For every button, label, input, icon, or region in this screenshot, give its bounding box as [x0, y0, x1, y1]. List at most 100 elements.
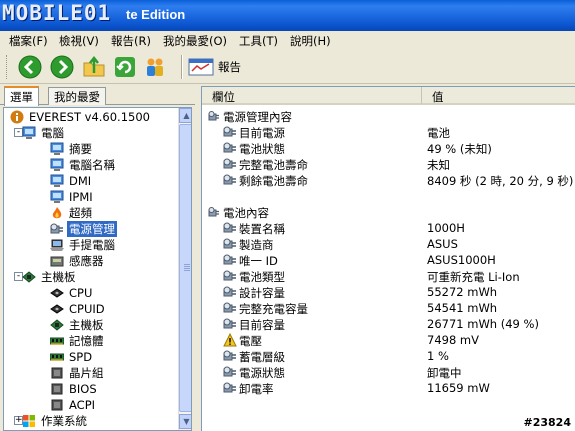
- tree-item[interactable]: 晶片組: [50, 365, 106, 381]
- tree-item-label: 主機板: [41, 270, 76, 284]
- property-row[interactable]: 完整電池壽命 未知: [202, 156, 575, 172]
- property-row[interactable]: 剩餘電池壽命 8409 秒 (2 時, 20 分, 9 秒): [202, 172, 575, 188]
- scroll-thumb[interactable]: [179, 124, 191, 412]
- power-icon: [223, 125, 237, 139]
- tree-item[interactable]: 摘要: [50, 141, 94, 157]
- forward-arrow-icon: [50, 55, 74, 79]
- chip-icon: [50, 302, 64, 316]
- property-row[interactable]: 電池類型 可重新充電 Li-Ion: [202, 268, 575, 284]
- toolbar-grip: [6, 55, 9, 79]
- tree-item[interactable]: 主機板: [22, 269, 78, 285]
- power-icon: [223, 285, 237, 299]
- property-row[interactable]: 目前容量 26771 mWh (49 %): [202, 316, 575, 332]
- app-logo: MOBILE01: [2, 1, 112, 25]
- property-row[interactable]: 裝置名稱 1000H: [202, 220, 575, 236]
- property-value: 8409 秒 (2 時, 20 分, 9 秒): [427, 174, 574, 188]
- property-row[interactable]: 電源狀態 卸電中: [202, 364, 575, 380]
- group-label: 電源管理內容: [223, 110, 292, 124]
- back-button[interactable]: [18, 55, 42, 79]
- menu-favorites[interactable]: 我的最愛(O): [163, 33, 227, 49]
- property-field: 製造商: [239, 238, 274, 252]
- folder-up-icon: [83, 55, 105, 77]
- title-bar: MOBILE01 te Edition: [0, 0, 575, 31]
- property-row[interactable]: 製造商 ASUS: [202, 236, 575, 252]
- tree-item[interactable]: IPMI: [50, 189, 95, 205]
- menu-report[interactable]: 報告(R): [111, 33, 151, 49]
- tab-menu[interactable]: 選單: [4, 86, 39, 106]
- tree-item[interactable]: 主機板: [50, 317, 106, 333]
- tree-item[interactable]: 記憶體: [49, 333, 106, 349]
- power-icon: [223, 301, 237, 315]
- up-folder-button[interactable]: [82, 55, 106, 79]
- tree-item[interactable]: 感應器: [50, 253, 106, 269]
- tree-item-label: 電源管理: [67, 221, 117, 237]
- computer-icon: [50, 142, 64, 156]
- computer-icon: [50, 158, 64, 172]
- tree-item[interactable]: EVEREST v4.60.1500: [10, 109, 152, 125]
- motherboard-icon: [50, 318, 64, 332]
- report-button[interactable]: 報告: [188, 55, 241, 79]
- info-icon: [10, 110, 24, 124]
- tree-item[interactable]: 電腦: [22, 125, 66, 141]
- power-icon: [223, 349, 237, 363]
- detail-pane: 欄位 值 電源管理內容目前電源 電池 電池狀態 49 % (未知) 完整電池壽命 未知 剩餘…: [201, 86, 575, 431]
- column-header-field[interactable]: 欄位: [202, 87, 422, 105]
- property-row[interactable]: 電壓 7498 mV: [202, 332, 575, 348]
- tree-scrollbar[interactable]: ▲ ▼: [178, 108, 191, 430]
- tree-item-label: 摘要: [69, 142, 92, 156]
- tree-item[interactable]: BIOS: [50, 381, 99, 397]
- tree-item[interactable]: 電源管理: [50, 221, 117, 237]
- property-row[interactable]: 唯一 ID ASUS1000H: [202, 252, 575, 268]
- refresh-button[interactable]: [113, 55, 137, 79]
- property-value: 可重新充電 Li-Ion: [427, 270, 520, 284]
- property-row[interactable]: 完整充電容量 54541 mWh: [202, 300, 575, 316]
- tree-item[interactable]: 作業系統: [22, 413, 89, 429]
- property-row[interactable]: 電池狀態 49 % (未知): [202, 140, 575, 156]
- laptop-icon: [50, 238, 64, 252]
- tree-item[interactable]: 手提電腦: [50, 237, 117, 253]
- memory-icon: [49, 334, 65, 348]
- column-header-value[interactable]: 值: [422, 87, 575, 105]
- report-icon: [188, 58, 214, 76]
- forward-button[interactable]: [50, 55, 74, 79]
- toolbar: 報告: [0, 50, 575, 84]
- scroll-up-arrow-icon[interactable]: ▲: [179, 108, 191, 123]
- tree-item[interactable]: ACPI: [50, 397, 97, 413]
- motherboard-icon: [22, 270, 36, 284]
- tree-item[interactable]: 超頻: [50, 205, 94, 221]
- group-icon: [207, 205, 221, 219]
- tab-favorites[interactable]: 我的最愛: [48, 87, 106, 105]
- property-value: ASUS1000H: [427, 253, 496, 267]
- tree-item[interactable]: CPU: [50, 285, 94, 301]
- power-icon: [223, 253, 237, 267]
- property-row[interactable]: 目前電源 電池: [202, 124, 575, 140]
- thumb-grip-line: [184, 268, 190, 269]
- menu-file[interactable]: 檔案(F): [9, 33, 48, 49]
- chipset-icon: [50, 398, 64, 412]
- watermark: #23824: [523, 416, 572, 429]
- tree-item[interactable]: 電腦名稱: [50, 157, 117, 173]
- property-value: 1 %: [427, 349, 449, 363]
- thumb-grip-line: [184, 266, 190, 267]
- menu-help[interactable]: 說明(H): [290, 33, 331, 49]
- power-icon: [223, 381, 237, 395]
- property-field: 電池狀態: [239, 142, 285, 156]
- users-button[interactable]: [143, 55, 167, 79]
- power-icon: [223, 141, 237, 155]
- property-row[interactable]: 卸電率 11659 mW: [202, 380, 575, 396]
- scroll-down-arrow-icon[interactable]: ▼: [179, 414, 191, 429]
- tree-item[interactable]: DMI: [50, 173, 93, 189]
- report-label: 報告: [218, 60, 241, 74]
- power-icon: [223, 221, 237, 235]
- property-row[interactable]: 蓄電層級 1 %: [202, 348, 575, 364]
- menu-view[interactable]: 檢視(V): [59, 33, 99, 49]
- tree-item[interactable]: SPD: [49, 349, 94, 365]
- property-value: 電池: [427, 126, 450, 140]
- group-icon: [207, 109, 221, 123]
- power-icon: [223, 237, 237, 251]
- property-row[interactable]: 設計容量 55272 mWh: [202, 284, 575, 300]
- tree-item[interactable]: CPUID: [50, 301, 107, 317]
- property-field: 目前電源: [239, 126, 285, 140]
- menu-tools[interactable]: 工具(T): [239, 33, 278, 49]
- property-value: 1000H: [427, 221, 465, 235]
